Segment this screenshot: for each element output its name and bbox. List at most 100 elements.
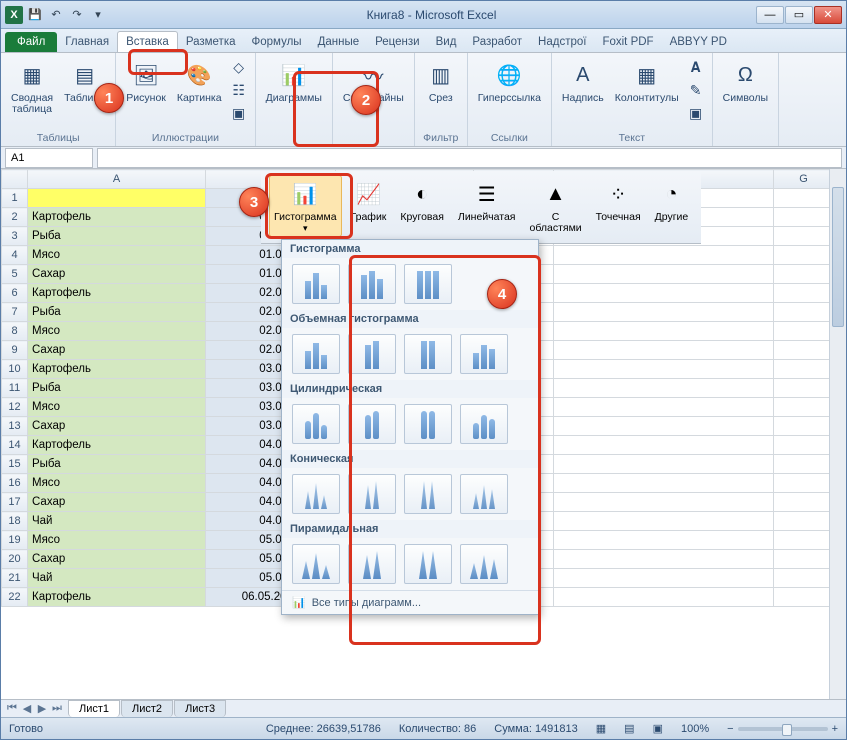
row-header[interactable]: 5 bbox=[2, 265, 28, 284]
chart-3d-stacked[interactable] bbox=[348, 334, 396, 374]
redo-icon[interactable]: ↷ bbox=[68, 6, 86, 24]
sheet-tab-2[interactable]: Лист2 bbox=[121, 700, 173, 717]
chart-pyr-100-stacked[interactable] bbox=[404, 544, 452, 584]
chart-cyl-100-stacked[interactable] bbox=[404, 404, 452, 444]
cell[interactable]: Чай bbox=[28, 569, 206, 588]
zoom-out[interactable]: − bbox=[727, 723, 733, 735]
row-header[interactable]: 17 bbox=[2, 493, 28, 512]
undo-icon[interactable]: ↶ bbox=[47, 6, 65, 24]
chart-cyl-clustered[interactable] bbox=[292, 404, 340, 444]
slicer-button[interactable]: ▥Срез bbox=[420, 56, 462, 107]
wordart-icon[interactable]: 𝐀 bbox=[685, 56, 707, 78]
minimize-button[interactable]: — bbox=[756, 6, 784, 24]
cell[interactable]: Сахар bbox=[28, 341, 206, 360]
row-header[interactable]: 15 bbox=[2, 455, 28, 474]
tab-data[interactable]: Данные bbox=[310, 32, 368, 52]
row-header[interactable]: 12 bbox=[2, 398, 28, 417]
row-header[interactable]: 2 bbox=[2, 208, 28, 227]
picture-button[interactable]: 🖼Рисунок bbox=[121, 56, 171, 124]
other-charts-button[interactable]: ◔Другие bbox=[650, 175, 694, 237]
cell[interactable]: Сахар bbox=[28, 417, 206, 436]
row-header[interactable]: 22 bbox=[2, 588, 28, 607]
cell[interactable]: Сахар bbox=[28, 550, 206, 569]
row-header[interactable]: 3 bbox=[2, 227, 28, 246]
tab-abbyy[interactable]: ABBYY PD bbox=[662, 32, 735, 52]
cell[interactable]: Рыба bbox=[28, 303, 206, 322]
sheet-nav-first[interactable]: ⏮ bbox=[5, 702, 19, 715]
row-header[interactable]: 7 bbox=[2, 303, 28, 322]
area-chart-button[interactable]: ▲С областями bbox=[524, 175, 586, 237]
pivot-table-button[interactable]: ▦Сводная таблица bbox=[6, 56, 58, 118]
chart-pyr-3d[interactable] bbox=[460, 544, 508, 584]
cell[interactable]: Картофель bbox=[28, 588, 206, 607]
histogram-button[interactable]: 📊Гистограмма▾ bbox=[269, 175, 342, 237]
chart-pyr-clustered[interactable] bbox=[292, 544, 340, 584]
cell[interactable]: Рыба bbox=[28, 455, 206, 474]
row-header[interactable]: 16 bbox=[2, 474, 28, 493]
row-header[interactable]: 13 bbox=[2, 417, 28, 436]
bar-chart-button[interactable]: ☰Линейчатая bbox=[453, 175, 521, 237]
view-layout-icon[interactable]: ▤ bbox=[624, 722, 634, 735]
chart-cone-clustered[interactable] bbox=[292, 474, 340, 514]
zoom-level[interactable]: 100% bbox=[681, 723, 709, 735]
chart-100-stacked-column[interactable] bbox=[404, 264, 452, 304]
maximize-button[interactable]: ▭ bbox=[785, 6, 813, 24]
row-header[interactable]: 14 bbox=[2, 436, 28, 455]
all-chart-types[interactable]: 📊Все типы диаграмм... bbox=[282, 590, 538, 614]
sheet-nav-prev[interactable]: ◀ bbox=[20, 702, 34, 715]
tab-formulas[interactable]: Формулы bbox=[244, 32, 310, 52]
symbols-button[interactable]: ΩСимволы bbox=[718, 56, 773, 107]
zoom-in[interactable]: + bbox=[832, 723, 838, 735]
chart-3d-clustered[interactable] bbox=[292, 334, 340, 374]
cell[interactable]: Сахар bbox=[28, 493, 206, 512]
sheet-tab-1[interactable]: Лист1 bbox=[68, 700, 120, 717]
clipart-button[interactable]: 🎨Картинка bbox=[172, 56, 227, 124]
row-header[interactable]: 9 bbox=[2, 341, 28, 360]
cell[interactable]: Картофель bbox=[28, 360, 206, 379]
tab-developer[interactable]: Разработ bbox=[464, 32, 530, 52]
cell[interactable]: Чай bbox=[28, 512, 206, 531]
cell[interactable]: Мясо bbox=[28, 322, 206, 341]
chart-stacked-column[interactable] bbox=[348, 264, 396, 304]
cell[interactable]: Мясо bbox=[28, 531, 206, 550]
chart-cyl-stacked[interactable] bbox=[348, 404, 396, 444]
smartart-icon[interactable]: ☷ bbox=[228, 79, 250, 101]
chart-3d-column[interactable] bbox=[460, 334, 508, 374]
sigline-icon[interactable]: ✎ bbox=[685, 79, 707, 101]
row-header[interactable]: 19 bbox=[2, 531, 28, 550]
tab-file[interactable]: Файл bbox=[5, 32, 57, 52]
view-normal-icon[interactable]: ▦ bbox=[596, 722, 606, 735]
name-box[interactable]: A1 bbox=[5, 148, 93, 168]
textbox-button[interactable]: AНадпись bbox=[557, 56, 609, 124]
cell[interactable]: Рыба bbox=[28, 379, 206, 398]
cell[interactable]: Мясо bbox=[28, 474, 206, 493]
row-header[interactable]: 10 bbox=[2, 360, 28, 379]
chart-cyl-3d[interactable] bbox=[460, 404, 508, 444]
cell[interactable] bbox=[28, 189, 206, 208]
scatter-chart-button[interactable]: ⁘Точечная bbox=[591, 175, 646, 237]
tab-layout[interactable]: Разметка bbox=[178, 32, 244, 52]
formula-bar[interactable] bbox=[97, 148, 842, 168]
row-header[interactable]: 11 bbox=[2, 379, 28, 398]
cell[interactable]: Рыба bbox=[28, 227, 206, 246]
tab-addins[interactable]: Надстрої bbox=[530, 32, 594, 52]
tab-foxit[interactable]: Foxit PDF bbox=[594, 32, 661, 52]
chart-3d-100-stacked[interactable] bbox=[404, 334, 452, 374]
sheet-tab-3[interactable]: Лист3 bbox=[174, 700, 226, 717]
col-header-a[interactable]: A bbox=[28, 170, 206, 189]
cell[interactable]: Картофель bbox=[28, 436, 206, 455]
object-icon[interactable]: ▣ bbox=[685, 102, 707, 124]
qat-more-icon[interactable]: ▾ bbox=[89, 6, 107, 24]
save-icon[interactable]: 💾 bbox=[26, 6, 44, 24]
cell[interactable]: Мясо bbox=[28, 246, 206, 265]
zoom-slider[interactable] bbox=[738, 727, 828, 731]
row-header[interactable]: 4 bbox=[2, 246, 28, 265]
select-all[interactable] bbox=[2, 170, 28, 189]
tab-review[interactable]: Рецензи bbox=[367, 32, 427, 52]
sheet-nav-last[interactable]: ⏭ bbox=[50, 702, 64, 715]
row-header[interactable]: 20 bbox=[2, 550, 28, 569]
sheet-nav-next[interactable]: ▶ bbox=[35, 702, 49, 715]
view-pagebreak-icon[interactable]: ▣ bbox=[653, 722, 663, 735]
cell[interactable]: Мясо bbox=[28, 398, 206, 417]
hyperlink-button[interactable]: 🌐Гиперссылка bbox=[473, 56, 546, 107]
